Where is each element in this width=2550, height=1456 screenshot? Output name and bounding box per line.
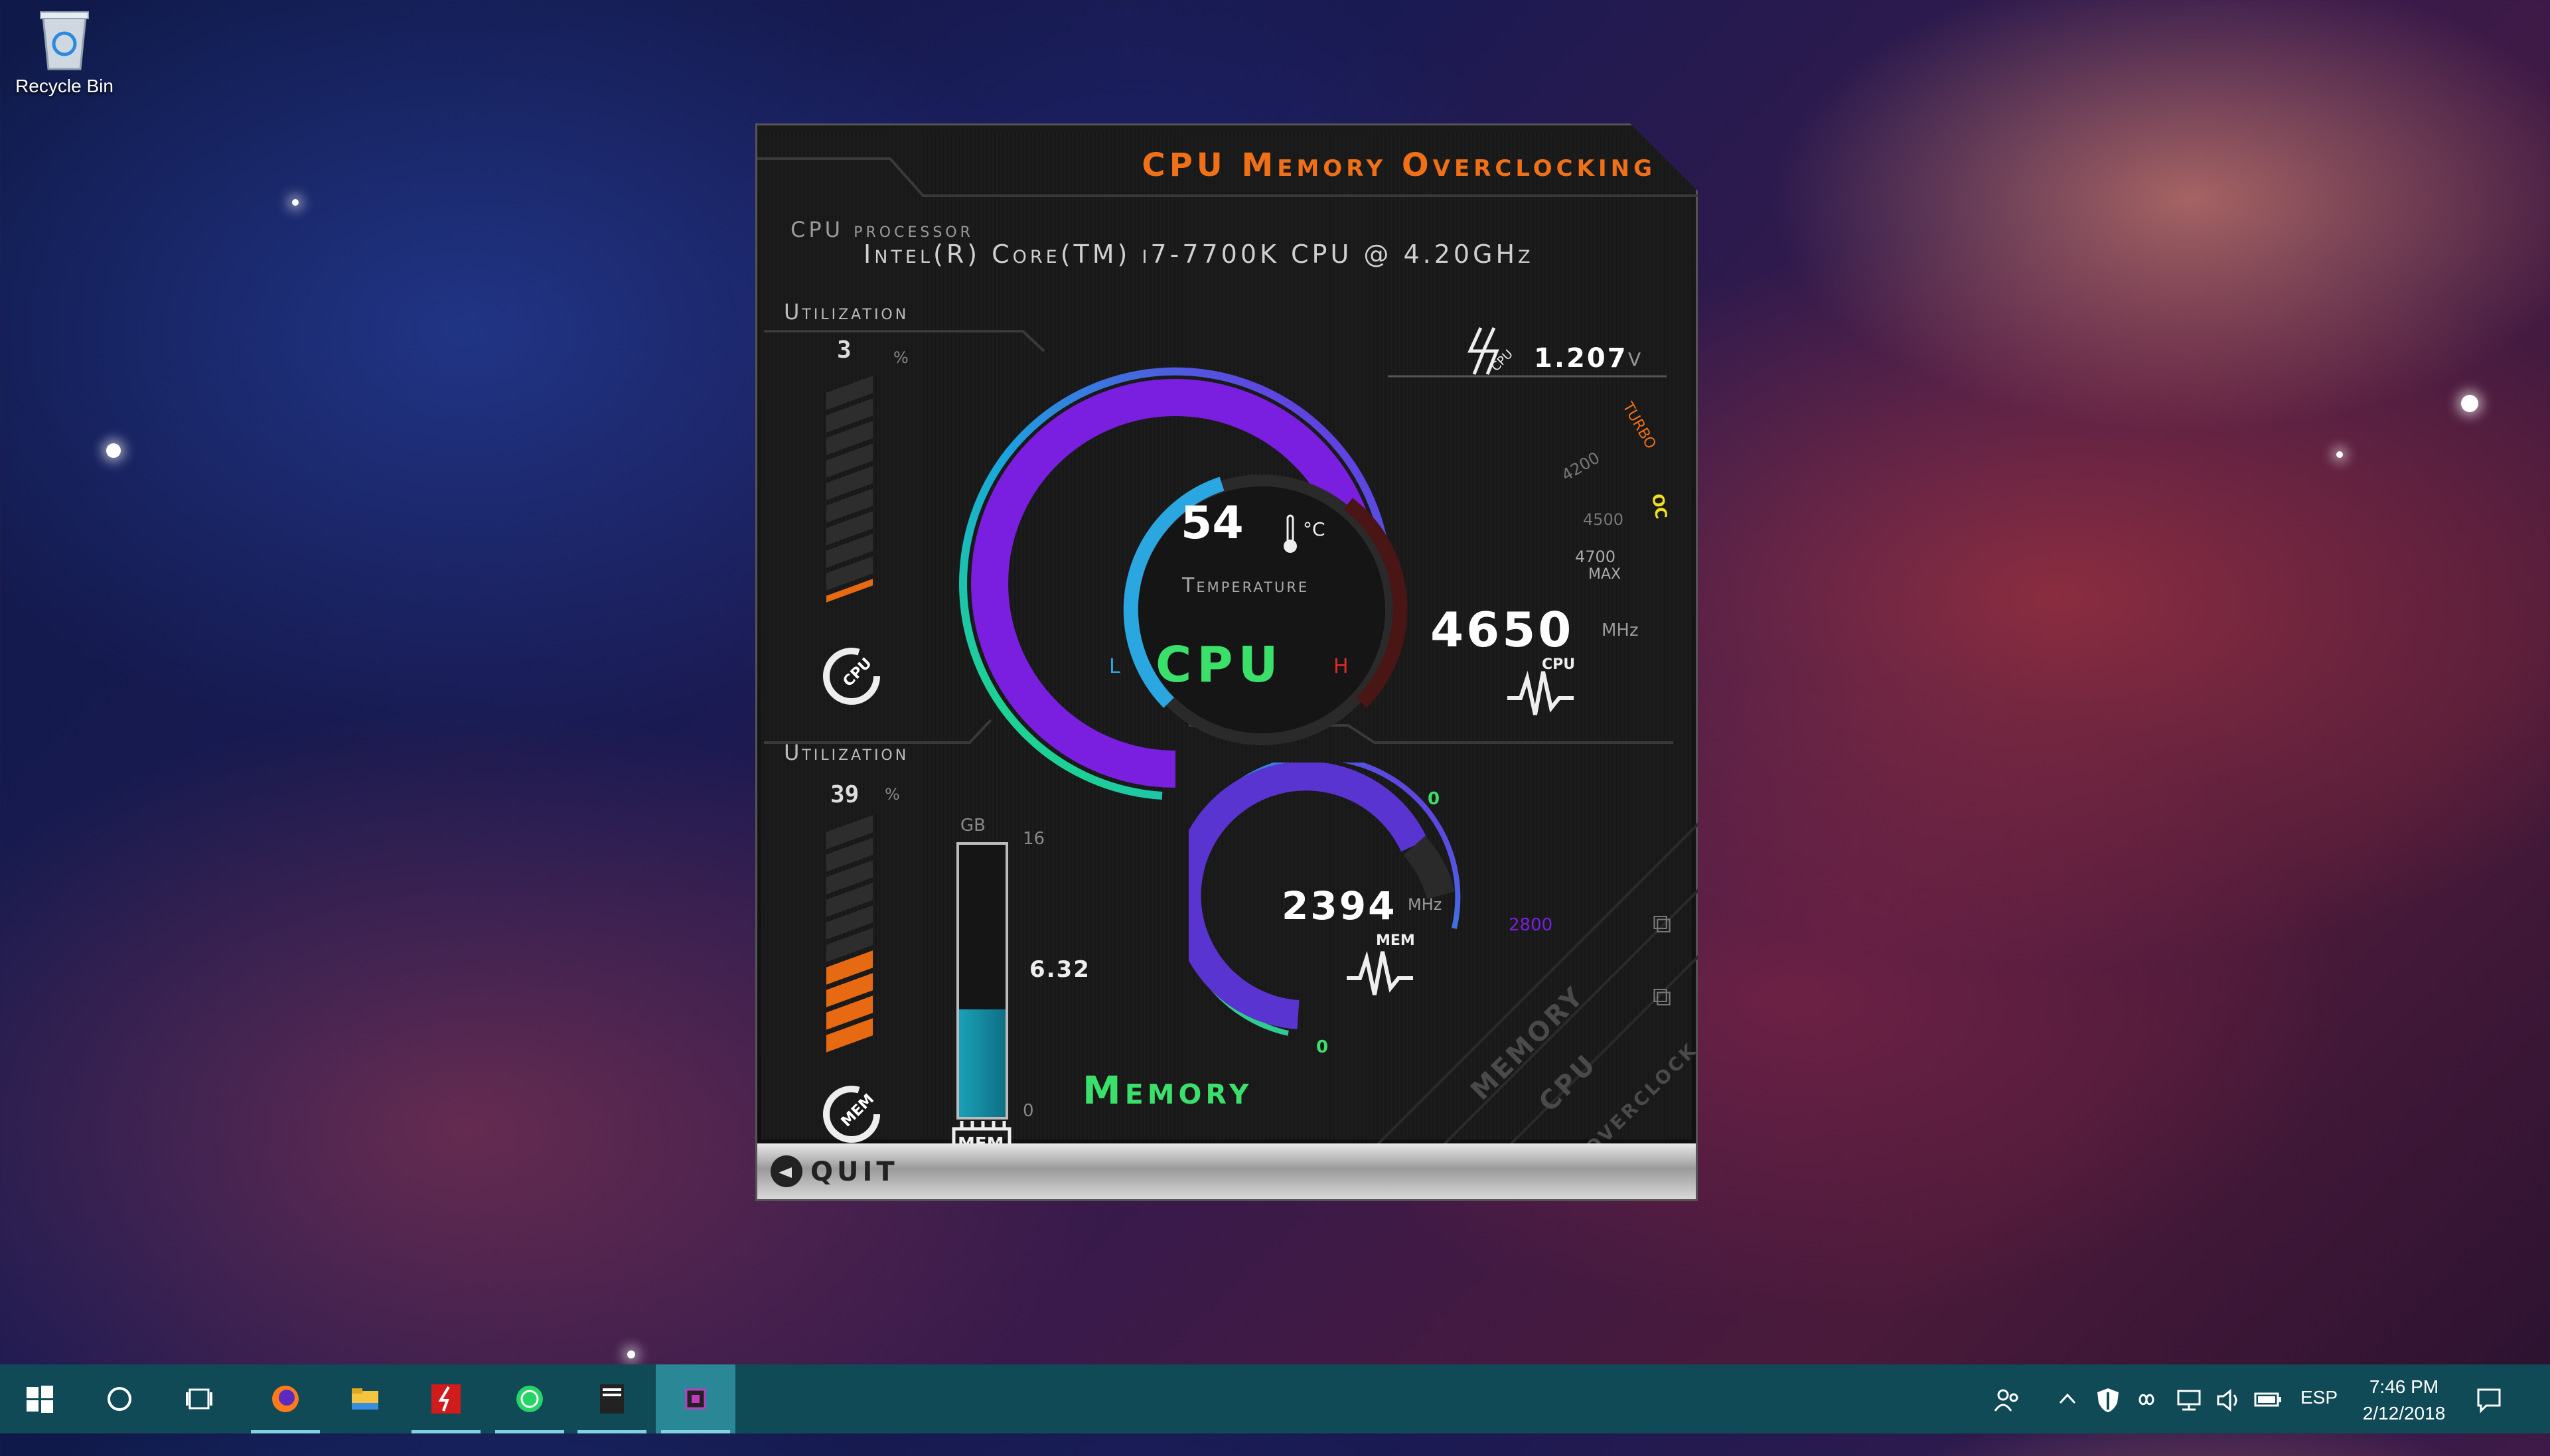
cpu-temperature-label: Temperature bbox=[1182, 574, 1310, 597]
star bbox=[627, 1350, 635, 1358]
processor-name: Intel(R) Core(TM) i7-7700K CPU @ 4.20GHz bbox=[863, 240, 1534, 269]
cpu-chip-icon bbox=[685, 1388, 706, 1410]
max-label: MAX bbox=[1588, 566, 1621, 583]
battery-icon[interactable] bbox=[2254, 1391, 2283, 1408]
folder-icon bbox=[352, 1388, 378, 1410]
taskbar-firefox[interactable] bbox=[246, 1364, 325, 1433]
taskbar: ESP 7:46 PM 2/12/2018 bbox=[0, 1364, 2550, 1433]
cpu-utilization-bar bbox=[826, 376, 873, 603]
memory-gb-fill bbox=[959, 1009, 1006, 1117]
running-indicator bbox=[412, 1430, 481, 1433]
cpu-utilization-icon: CPU bbox=[818, 643, 885, 709]
taskbar-file-explorer[interactable] bbox=[325, 1364, 405, 1433]
memory-section-label: Memory bbox=[1083, 1068, 1253, 1113]
cortana-circle-icon bbox=[108, 1387, 131, 1411]
people-icon[interactable] bbox=[1994, 1387, 2020, 1414]
cpu-frequency-gauge bbox=[959, 367, 1408, 800]
running-indicator bbox=[251, 1430, 320, 1433]
running-indicator bbox=[661, 1430, 730, 1433]
input-language[interactable]: ESP bbox=[2300, 1387, 2338, 1456]
taskbar-flash-app[interactable] bbox=[406, 1364, 486, 1433]
memory-utilization-label: Utilization bbox=[784, 740, 909, 765]
task-view-icon bbox=[186, 1388, 212, 1410]
gb-used-value: 6.32 bbox=[1029, 956, 1090, 983]
action-center-icon[interactable] bbox=[2476, 1387, 2502, 1414]
cpu-voltage-value: 1.207 bbox=[1534, 343, 1628, 374]
gauge-low-label: L bbox=[1109, 655, 1120, 678]
recycle-bin-icon bbox=[37, 5, 92, 72]
frequency-icon-label: CPU bbox=[1542, 656, 1576, 673]
gb-max-label: 16 bbox=[1023, 829, 1045, 849]
gauge-high-label: H bbox=[1333, 655, 1349, 678]
cpu-section-label: CPU bbox=[1156, 636, 1284, 693]
memory-gb-bar bbox=[956, 842, 1008, 1120]
running-indicator bbox=[577, 1430, 646, 1433]
clock-time: 7:46 PM bbox=[2369, 1376, 2439, 1397]
chevron-up-icon[interactable] bbox=[2058, 1390, 2077, 1410]
memory-gauge-zero: 0 bbox=[1316, 1037, 1329, 1057]
network-icon[interactable] bbox=[2176, 1387, 2202, 1414]
processor-label: CPU processor bbox=[790, 217, 974, 242]
recycle-bin-desktop-icon[interactable]: Recycle Bin bbox=[8, 5, 121, 97]
running-indicator bbox=[495, 1430, 564, 1433]
cpu-frequency-icon: CPU bbox=[1507, 656, 1580, 721]
quit-button[interactable]: QUIT bbox=[757, 1143, 1696, 1199]
epic-games-icon bbox=[600, 1384, 624, 1414]
memory-frequency-icon-label: MEM bbox=[1376, 932, 1415, 949]
memory-frequency-unit: MHz bbox=[1408, 895, 1442, 914]
taskbar-cpu-overclock-app[interactable] bbox=[656, 1364, 735, 1433]
memory-open-link-icon[interactable]: ⧉ bbox=[1647, 909, 1677, 939]
max-value: 4700 bbox=[1575, 547, 1616, 566]
cpu-frequency-value: 4650 bbox=[1430, 602, 1574, 658]
cpu-utilization-label: Utilization bbox=[784, 299, 909, 325]
taskbar-whatsapp[interactable] bbox=[490, 1364, 569, 1433]
cpu-utilization-unit: % bbox=[893, 348, 909, 367]
firefox-icon bbox=[272, 1386, 299, 1412]
cpu-memory-overclocking-window: CPU Memory Overclocking CPU processor In… bbox=[755, 123, 1698, 1201]
quit-label: QUIT bbox=[810, 1157, 899, 1187]
task-view-button[interactable] bbox=[159, 1364, 239, 1433]
memory-frequency-max: 2800 bbox=[1509, 915, 1553, 935]
clock-date: 2/12/2018 bbox=[2362, 1403, 2446, 1423]
gb-min-label: 0 bbox=[1023, 1101, 1034, 1121]
infinity-icon[interactable] bbox=[2133, 1391, 2160, 1408]
cpu-temperature-value: 54 bbox=[1181, 497, 1244, 549]
cpu-open-link-icon[interactable]: ⧉ bbox=[1647, 982, 1677, 1012]
memory-utilization-icon: MEM bbox=[818, 1081, 885, 1147]
star bbox=[2336, 451, 2343, 458]
oc-value: 4500 bbox=[1583, 510, 1624, 529]
thermometer-icon bbox=[1282, 514, 1299, 554]
lightning-icon bbox=[431, 1384, 461, 1414]
whatsapp-icon bbox=[516, 1386, 543, 1412]
memory-utilization-unit: % bbox=[885, 785, 900, 804]
cpu-temperature-unit: °C bbox=[1303, 518, 1325, 540]
memory-frequency-value: 2394 bbox=[1282, 883, 1397, 928]
clock[interactable]: 7:46 PM 2/12/2018 bbox=[2338, 1374, 2470, 1427]
cpu-frequency-unit: MHz bbox=[1602, 620, 1639, 640]
app-title: CPU Memory Overclocking bbox=[1142, 147, 1656, 184]
memory-utilization-bar bbox=[826, 815, 873, 1053]
start-button[interactable] bbox=[0, 1364, 80, 1433]
star bbox=[2461, 395, 2478, 412]
star bbox=[292, 199, 299, 206]
windows-icon bbox=[27, 1386, 53, 1413]
gb-label: GB bbox=[960, 816, 986, 836]
memory-frequency-icon: MEM bbox=[1347, 932, 1420, 1001]
recycle-bin-label: Recycle Bin bbox=[15, 76, 113, 96]
cortana-button[interactable] bbox=[80, 1364, 159, 1433]
cpu-utilization-value: 3 bbox=[837, 336, 852, 364]
taskbar-epic-games[interactable] bbox=[572, 1364, 652, 1433]
cpu-voltage-icon: CPU bbox=[1461, 325, 1516, 378]
shield-icon[interactable] bbox=[2096, 1387, 2120, 1414]
volume-icon[interactable] bbox=[2215, 1387, 2242, 1414]
quit-icon bbox=[771, 1155, 802, 1187]
memory-utilization-value: 39 bbox=[830, 781, 860, 808]
star bbox=[106, 443, 121, 458]
cpu-voltage-unit: V bbox=[1628, 348, 1641, 370]
